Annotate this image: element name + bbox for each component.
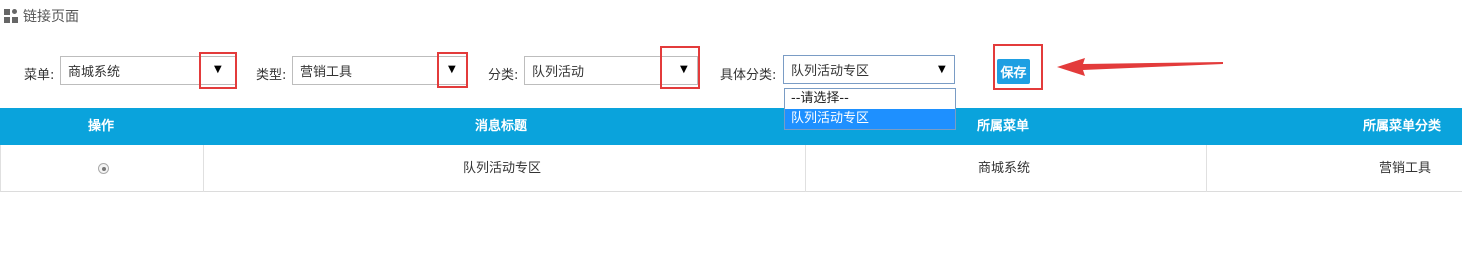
dropdown-option-placeholder[interactable]: --请选择-- [785,89,955,109]
dropdown-option-selected[interactable]: 队列活动专区 [785,109,955,129]
table-header: 操作 消息标题 所属菜单 所属菜单分类 [0,108,1462,145]
column-header-action: 操作 [88,119,115,134]
cell-menu: 商城系统 [978,161,1031,176]
radio-icon[interactable] [98,163,109,174]
column-header-menu: 所属菜单 [977,119,1030,134]
page-title: 链接页面 [23,9,79,25]
table-row[interactable]: 队列活动专区 商城系统 营销工具 [0,145,1462,192]
subcategory-dropdown: --请选择-- 队列活动专区 [784,88,956,130]
chevron-down-icon[interactable]: ▼ [938,64,946,75]
chevron-down-icon[interactable]: ▼ [448,64,456,75]
grid-icon [3,8,19,24]
column-header-menu-category: 所属菜单分类 [1363,119,1442,134]
menu-select-value: 商城系统 [68,65,121,80]
subcategory-select-value: 队列活动专区 [791,64,870,79]
save-button[interactable]: 保存 [997,59,1030,84]
page-header: 链接页面 [3,6,79,26]
chevron-down-icon[interactable]: ▼ [214,64,222,75]
menu-label: 菜单: [24,68,55,83]
subcategory-select[interactable]: 队列活动专区 [783,55,955,84]
column-header-title: 消息标题 [475,119,528,134]
cell-title: 队列活动专区 [463,161,542,176]
arrow-annotation [1057,58,1223,76]
type-label: 类型: [256,68,287,83]
chevron-down-icon[interactable]: ▼ [680,64,688,75]
category-label: 分类: [488,68,519,83]
arrow-annotation-shape [1057,58,1223,76]
cell-menu-category: 营销工具 [1379,161,1432,176]
category-select-value: 队列活动 [532,65,585,80]
subcategory-label: 具体分类: [720,68,777,83]
type-select-value: 营销工具 [300,65,353,80]
